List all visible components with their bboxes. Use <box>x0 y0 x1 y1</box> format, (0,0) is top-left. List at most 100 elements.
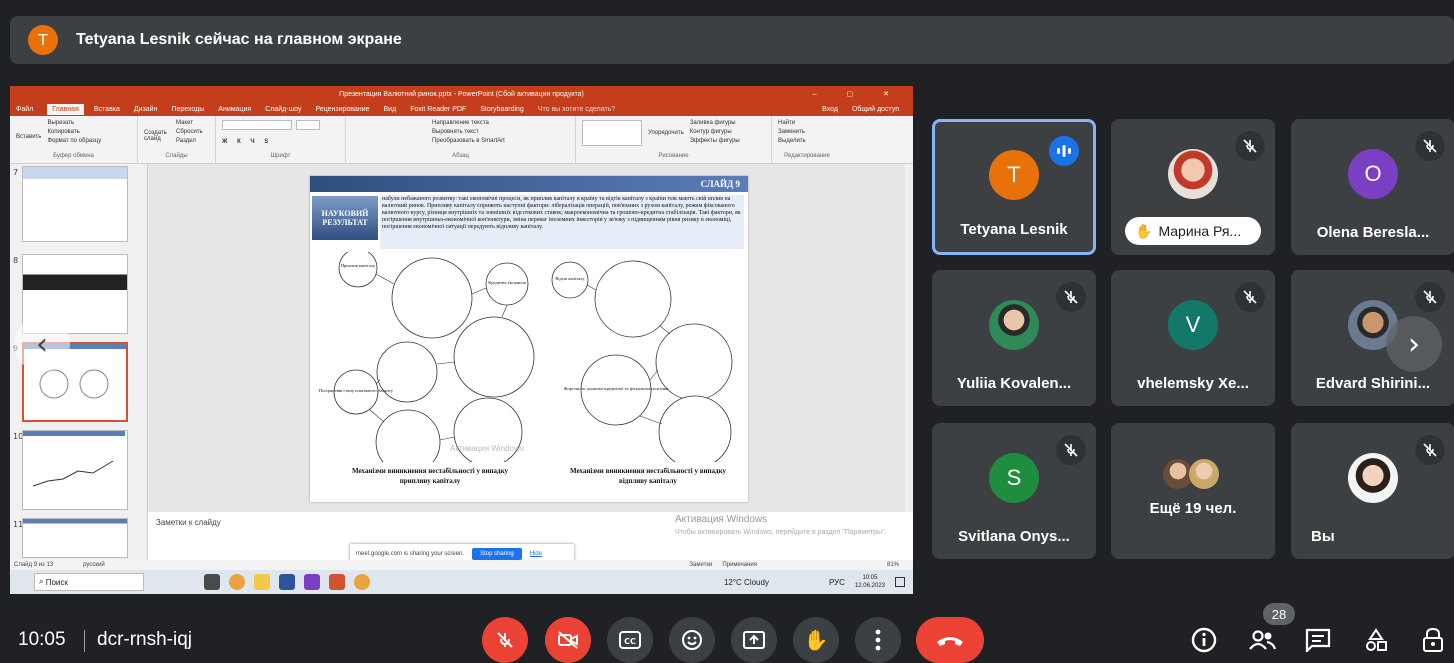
mic-toggle-button[interactable] <box>482 617 528 663</box>
menu-review[interactable]: Рецензирование <box>315 106 369 113</box>
font-format-buttons[interactable]: Ж К Ч S <box>222 139 339 145</box>
weather-text[interactable]: 12°C Cloudy <box>724 578 769 587</box>
raised-hand-pill: ✋ Марина Ря... <box>1125 217 1261 245</box>
smartart-button[interactable]: Преобразовать в SmartArt <box>432 138 569 144</box>
copy-button[interactable]: Копировать <box>47 129 101 135</box>
sign-in-link[interactable]: Вход <box>822 106 838 113</box>
meeting-code[interactable]: dcr-rnsh-iqj <box>97 629 192 651</box>
status-zoom[interactable]: 81% <box>887 562 899 568</box>
explorer-icon[interactable] <box>254 574 270 590</box>
captions-button[interactable]: CC <box>607 617 653 663</box>
menu-file[interactable]: Файл <box>16 106 33 113</box>
ppt-titlebar: Презентация Валютний ринок.pptx - PowerP… <box>10 86 913 102</box>
keyboard-language[interactable]: РУС <box>829 578 845 587</box>
participant-tile[interactable]: Yuliia Kovalen... <box>932 270 1096 406</box>
camera-toggle-button[interactable] <box>545 617 591 663</box>
activities-button[interactable] <box>1361 625 1391 655</box>
slide-scrollbar[interactable] <box>905 164 913 512</box>
menu-design[interactable]: Дизайн <box>134 106 158 113</box>
layout-button[interactable]: Макет <box>176 120 203 126</box>
next-tiles-icon[interactable]: › <box>1386 316 1442 372</box>
hide-share-bar-link[interactable]: Hide <box>530 551 542 557</box>
window-controls[interactable]: – ▢ ✕ <box>813 90 903 98</box>
task-view-icon[interactable] <box>204 574 220 590</box>
taskbar-clock[interactable]: 10:05 12.06.2023 <box>855 574 885 590</box>
tell-me-box[interactable]: Что вы хотите сделать? <box>538 106 615 113</box>
people-button[interactable] <box>1247 625 1277 655</box>
menu-insert[interactable]: Вставка <box>94 106 120 113</box>
shape-outline-button[interactable]: Контур фигуры <box>690 129 740 135</box>
drawing-label: Рисование <box>658 153 689 159</box>
menu-storyboarding[interactable]: Storyboarding <box>480 106 524 113</box>
slide-thumb-7[interactable] <box>22 166 128 242</box>
viber-icon[interactable] <box>304 574 320 590</box>
participant-avatar: V <box>1168 300 1218 350</box>
word-icon[interactable] <box>279 574 295 590</box>
more-options-button[interactable] <box>855 617 901 663</box>
chrome-icon[interactable] <box>354 574 370 590</box>
text-direction-button[interactable]: Направление текста <box>432 120 569 126</box>
self-tile[interactable]: Вы <box>1291 423 1454 559</box>
status-comments-button[interactable]: Примечания <box>722 562 757 568</box>
host-controls-button[interactable] <box>1418 625 1448 655</box>
taskbar-time: 10:05 <box>862 575 878 581</box>
menu-home[interactable]: Главная <box>47 103 84 115</box>
taskbar-search[interactable]: ⌕ Поиск <box>34 573 144 591</box>
reset-button[interactable]: Сбросить <box>176 129 203 135</box>
shape-effects-button[interactable]: Эффекты фигуры <box>690 138 740 144</box>
editing-label: Редактирование <box>784 153 830 159</box>
align-text-button[interactable]: Выровнять текст <box>432 129 569 135</box>
menu-animation[interactable]: Анимация <box>218 106 251 113</box>
ribbon-editing: Найти Заменить Выделить Редактирование <box>772 116 842 163</box>
ppt-statusbar: Слайд 9 из 13 русский Заметки Примечания… <box>10 560 913 570</box>
find-button[interactable]: Найти <box>778 120 836 126</box>
replace-button[interactable]: Заменить <box>778 129 836 135</box>
powerpoint-icon[interactable] <box>329 574 345 590</box>
raise-hand-button[interactable]: ✋ <box>793 617 839 663</box>
slides-label: Слайды <box>165 153 188 159</box>
ppt-ribbon: Вставить Вырезать Копировать Формат по о… <box>10 116 913 164</box>
paste-button[interactable]: Вставить <box>16 120 41 144</box>
arrange-button[interactable]: Упорядочить <box>648 120 684 146</box>
meeting-time: 10:05 <box>18 629 66 650</box>
share-link[interactable]: Общий доступ <box>852 106 899 113</box>
shapes-gallery[interactable] <box>582 120 642 146</box>
shape-fill-button[interactable]: Заливка фигуры <box>690 120 740 126</box>
participant-tile[interactable]: V vhelemsky Xe... <box>1111 270 1275 406</box>
menu-slideshow[interactable]: Слайд-шоу <box>265 106 301 113</box>
font-name-box[interactable] <box>222 120 292 130</box>
participant-tile[interactable]: S Svitlana Onys... <box>932 423 1096 559</box>
format-painter-button[interactable]: Формат по образцу <box>47 138 101 144</box>
participant-tile[interactable]: T Tetyana Lesnik <box>932 119 1096 255</box>
slide-thumb-11[interactable] <box>22 518 128 558</box>
leave-call-button[interactable] <box>916 617 984 663</box>
stop-sharing-button[interactable]: Stop sharing <box>472 548 522 560</box>
select-button[interactable]: Выделить <box>778 138 836 144</box>
participant-tile[interactable]: ✋ Марина Ря... <box>1111 119 1275 255</box>
meeting-details-button[interactable] <box>1189 625 1219 655</box>
notification-icon[interactable] <box>895 577 905 587</box>
caption-outflow: Механізми виникнення нестабільності у ви… <box>569 467 727 485</box>
more-participants-tile[interactable]: Ещё 19 чел. <box>1111 423 1275 559</box>
cut-button[interactable]: Вырезать <box>47 120 101 126</box>
status-notes-button[interactable]: Заметки <box>689 562 712 568</box>
section-button[interactable]: Раздел <box>176 138 203 144</box>
prev-slide-icon[interactable]: ‹ <box>14 316 70 372</box>
slide-thumb-10[interactable] <box>22 430 128 510</box>
divider <box>84 630 85 652</box>
slide-body-text: набули небажаного розвитку: такі економі… <box>380 195 744 249</box>
present-button[interactable] <box>731 617 777 663</box>
menu-foxit[interactable]: Foxit Reader PDF <box>410 106 466 113</box>
participant-tile[interactable]: O Olena Beresla... <box>1291 119 1454 255</box>
menu-transitions[interactable]: Переходы <box>171 106 204 113</box>
font-size-box[interactable] <box>296 120 320 130</box>
chrome-icon[interactable] <box>229 574 245 590</box>
current-slide: СЛАЙД 9 НАУКОВИЙ РЕЗУЛЬТАТ набули небажа… <box>310 176 748 502</box>
thumb-number: 7 <box>13 168 19 177</box>
node-outflow: Відтік капіталу <box>555 276 585 281</box>
participant-name: Olena Beresla... <box>1316 224 1430 241</box>
new-slide-button[interactable]: Создать слайд <box>144 120 170 144</box>
menu-view[interactable]: Вид <box>384 106 397 113</box>
chat-button[interactable] <box>1303 625 1333 655</box>
reactions-button[interactable] <box>669 617 715 663</box>
